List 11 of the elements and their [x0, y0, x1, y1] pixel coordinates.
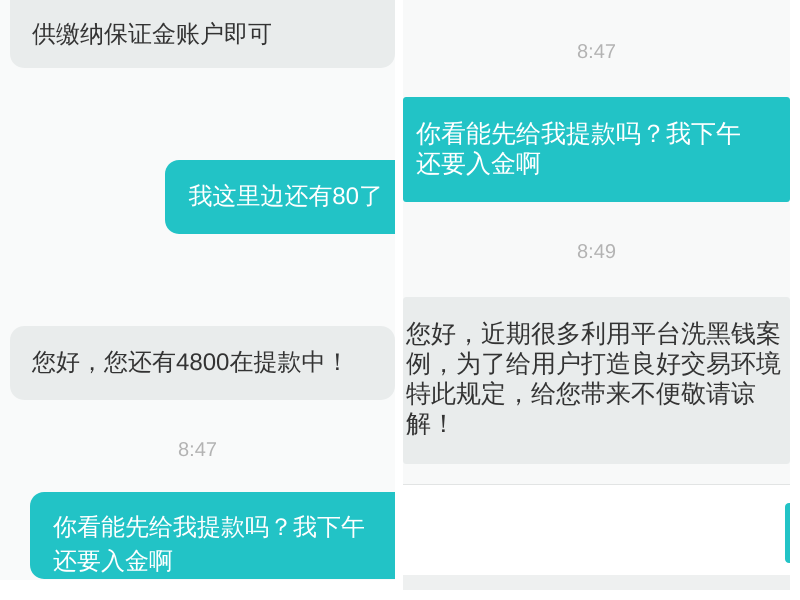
- message-text: 供缴纳保证金账户即可: [32, 20, 273, 50]
- message-time: 8:47: [577, 40, 616, 64]
- message-text: 您好，您还有4800在提款中！: [32, 348, 350, 378]
- message-time: 8:47: [178, 438, 217, 462]
- message-text: 我这里边还有80了: [188, 182, 383, 212]
- message-text: 你看能先给我提款吗？我下午还要入金啊: [416, 119, 742, 179]
- message-text: 您好，近期很多利用平台洗黑钱案例，为了给用户打造良好交易环境特此规定，给您带来不便敬请谅解！: [406, 319, 782, 439]
- message-input-field[interactable]: [403, 484, 790, 575]
- message-text: 你看能先给我提款吗？我下午还要入金啊: [53, 513, 366, 577]
- send-button[interactable]: [785, 503, 790, 563]
- message-time: 8:49: [577, 240, 616, 264]
